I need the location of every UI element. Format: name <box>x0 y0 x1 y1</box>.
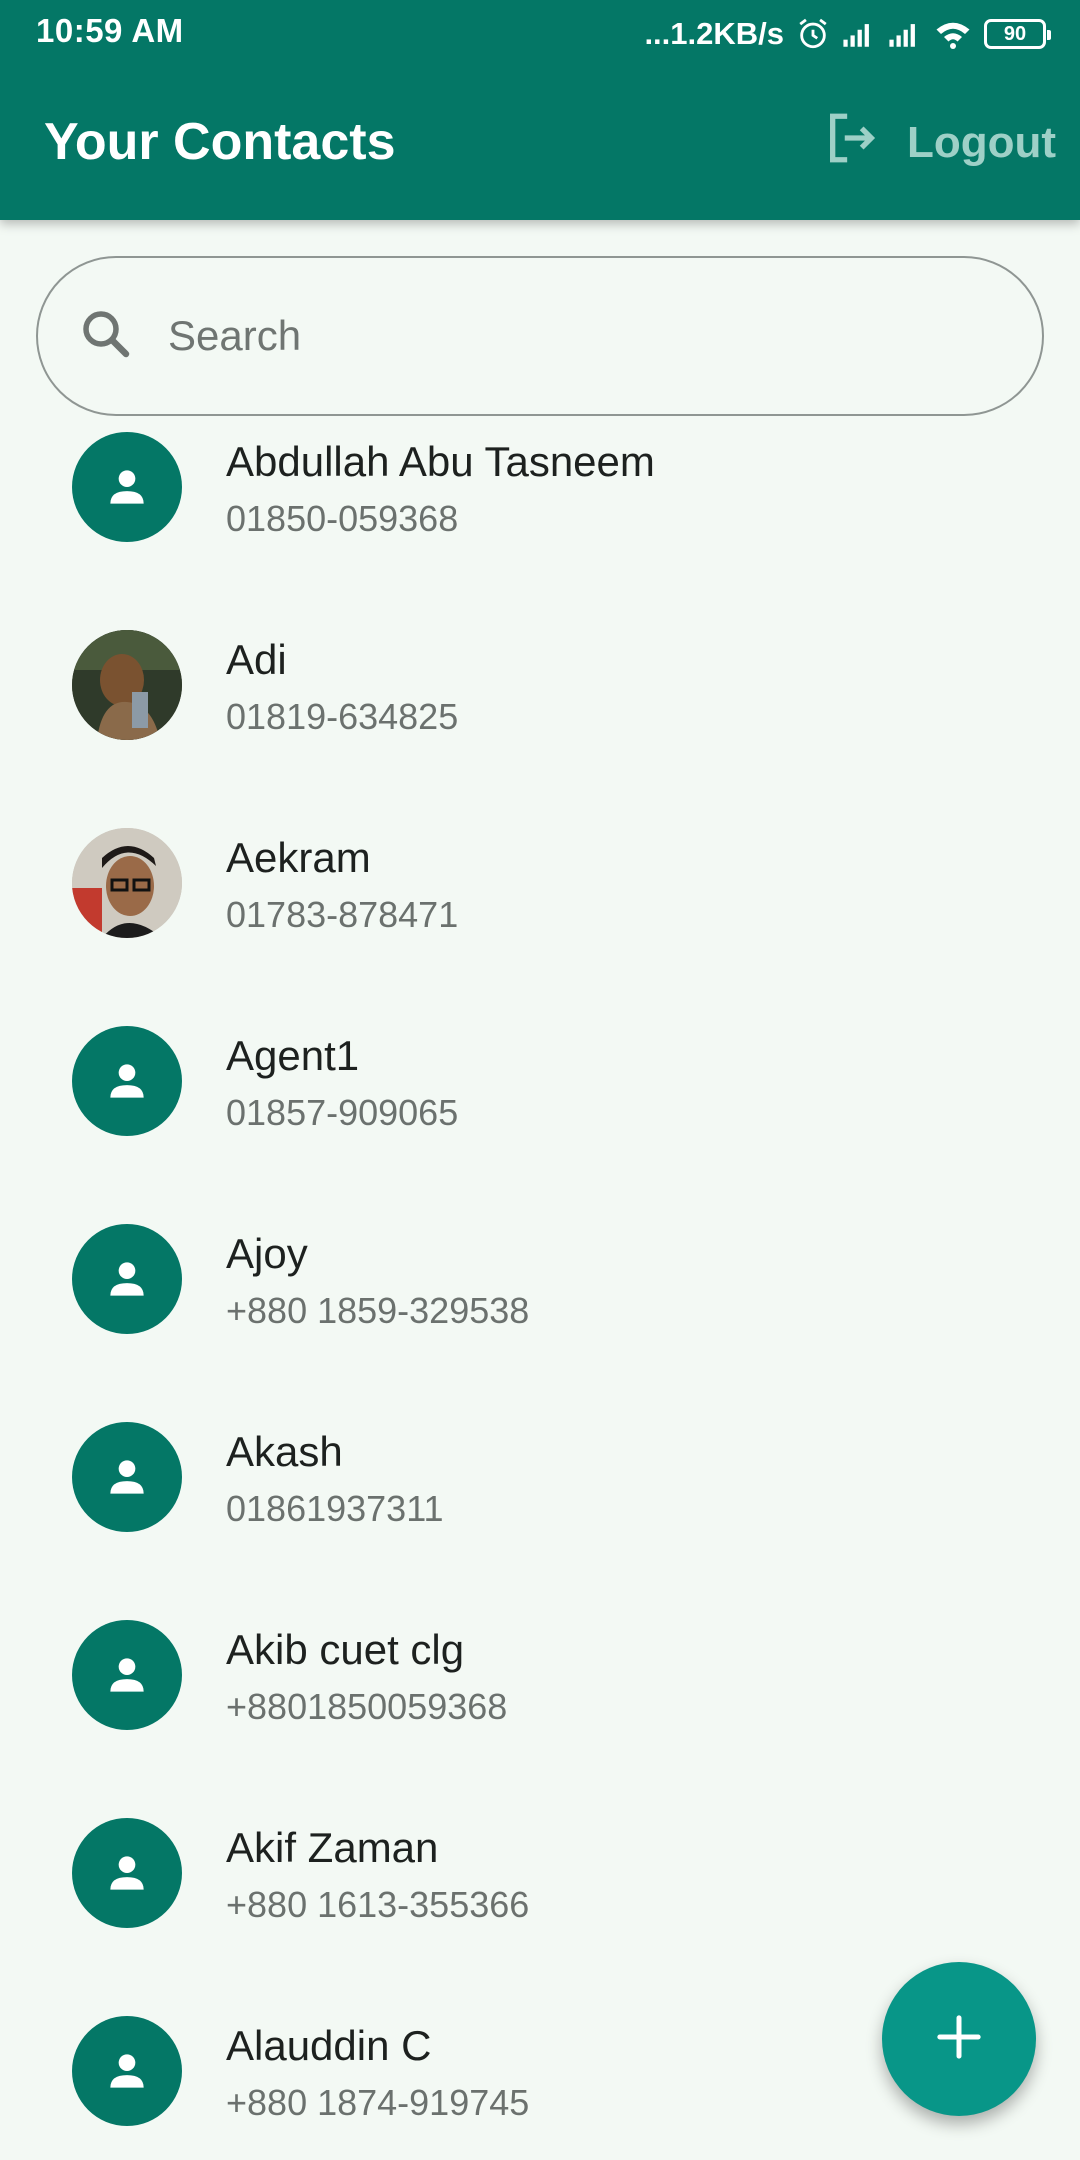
list-item[interactable]: Akib cuet clg +8801850059368 <box>0 1608 1080 1806</box>
contact-phone: +880 1874-919745 <box>226 2082 530 2123</box>
contact-name: Aekram <box>226 834 371 881</box>
contact-phone: 01861937311 <box>226 1488 444 1529</box>
contact-photo <box>72 630 182 740</box>
contact-phone: +880 1613-355366 <box>226 1884 530 1925</box>
battery-icon: 90 <box>984 19 1051 49</box>
add-contact-button[interactable] <box>882 1962 1036 2116</box>
top-bar: 10:59 AM ...1.2KB/s 90 Your Contacts Log… <box>0 0 1080 220</box>
status-bar: 10:59 AM ...1.2KB/s 90 <box>0 0 1080 66</box>
contacts-screen: 10:59 AM ...1.2KB/s 90 Your Contacts Log… <box>0 0 1080 2160</box>
contact-name: Abdullah Abu Tasneem <box>226 438 655 485</box>
list-item[interactable]: Adi 01819-634825 <box>0 618 1080 816</box>
logout-label: Logout <box>906 118 1056 167</box>
default-person-icon <box>72 1026 182 1136</box>
status-icons: ...1.2KB/s 90 <box>644 12 1051 56</box>
list-item[interactable]: Akash 01861937311 <box>0 1410 1080 1608</box>
logout-button[interactable]: Logout <box>823 108 1056 178</box>
alarm-icon <box>796 17 830 51</box>
contact-name: Akib cuet clg <box>226 1626 465 1673</box>
contact-phone: 01857-909065 <box>226 1092 459 1133</box>
contact-name: Akash <box>226 1428 343 1475</box>
wifi-icon <box>934 19 972 49</box>
contact-phone: 01819-634825 <box>226 696 459 737</box>
search-input[interactable] <box>166 311 990 361</box>
contact-phone: 01783-878471 <box>226 894 459 935</box>
contact-phone: +880 1859-329538 <box>226 1290 530 1331</box>
contact-name: Adi <box>226 636 287 683</box>
contact-phone: +8801850059368 <box>226 1686 508 1727</box>
contact-list[interactable]: Abdullah Abu Tasneem 01850-059368 Adi 01… <box>0 420 1080 2160</box>
default-person-icon <box>72 1422 182 1532</box>
default-person-icon <box>72 1818 182 1928</box>
list-item[interactable]: Agent1 01857-909065 <box>0 1014 1080 1212</box>
default-person-icon <box>72 1224 182 1334</box>
contact-name: Alauddin C <box>226 2022 432 2069</box>
contact-name: Ajoy <box>226 1230 308 1277</box>
signal-icon <box>888 19 922 49</box>
plus-icon <box>936 2014 982 2065</box>
contact-name: Akif Zaman <box>226 1824 439 1871</box>
contact-photo <box>72 828 182 938</box>
search-icon <box>76 304 136 369</box>
default-person-icon <box>72 432 182 542</box>
list-item[interactable]: Aekram 01783-878471 <box>0 816 1080 1014</box>
list-item[interactable]: Ajoy +880 1859-329538 <box>0 1212 1080 1410</box>
contact-name: Agent1 <box>226 1032 360 1079</box>
page-title: Your Contacts <box>44 113 396 171</box>
contact-phone: 01850-059368 <box>226 498 459 539</box>
list-item[interactable]: Abdullah Abu Tasneem 01850-059368 <box>0 420 1080 618</box>
signal-icon <box>842 19 876 49</box>
net-speed: ...1.2KB/s <box>644 16 784 51</box>
status-time: 10:59 AM <box>36 12 184 49</box>
default-person-icon <box>72 1620 182 1730</box>
logout-icon <box>823 109 881 178</box>
search-bar[interactable] <box>36 256 1044 416</box>
default-person-icon <box>72 2016 182 2126</box>
